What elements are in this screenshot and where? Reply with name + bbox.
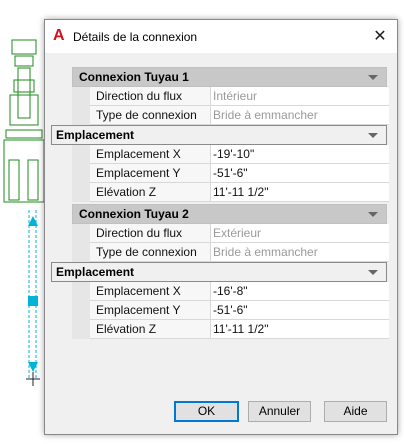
- property-value-field[interactable]: -19'-10": [211, 145, 389, 164]
- ok-button[interactable]: OK: [174, 401, 239, 422]
- autocad-a-icon: A: [53, 27, 65, 44]
- property-name: Type de connexion: [90, 243, 211, 262]
- property-row[interactable]: Emplacement Y -51'-6": [72, 301, 389, 320]
- property-name: Emplacement Y: [90, 301, 211, 320]
- property-row[interactable]: Elévation Z 11'-11 1/2": [72, 320, 389, 339]
- property-name: Direction du flux: [90, 87, 211, 106]
- category-emplacement[interactable]: Emplacement: [51, 262, 387, 282]
- property-value: Bride à emmancher: [211, 243, 389, 262]
- title-bar[interactable]: A Détails de la connexion ✕: [45, 20, 397, 53]
- category-connexion-tuyau-1[interactable]: Connexion Tuyau 1: [72, 67, 387, 87]
- help-button[interactable]: Aide: [324, 401, 387, 422]
- property-value-field[interactable]: 11'-11 1/2": [211, 183, 389, 202]
- chevron-down-icon[interactable]: [368, 133, 378, 138]
- chevron-down-icon[interactable]: [368, 212, 378, 217]
- property-name: Direction du flux: [90, 224, 211, 243]
- cad-grip: [28, 296, 38, 306]
- property-value-field[interactable]: -51'-6": [211, 301, 389, 320]
- property-row: Direction du flux Intérieur: [72, 87, 389, 106]
- property-value: Extérieur: [211, 224, 389, 243]
- category-label: Emplacement: [56, 265, 135, 279]
- category-label: Connexion Tuyau 1: [79, 70, 189, 84]
- property-row: Direction du flux Extérieur: [72, 224, 389, 243]
- dialog-title: Détails de la connexion: [73, 30, 198, 44]
- property-row: Type de connexion Bride à emmancher: [72, 106, 389, 125]
- property-name: Elévation Z: [90, 320, 211, 339]
- property-name: Emplacement X: [90, 282, 211, 301]
- category-connexion-tuyau-2[interactable]: Connexion Tuyau 2: [72, 204, 387, 224]
- property-row[interactable]: Emplacement X -19'-10": [72, 145, 389, 164]
- category-emplacement[interactable]: Emplacement: [51, 125, 387, 145]
- property-grid: Connexion Tuyau 1 Direction du flux Inté…: [51, 67, 389, 363]
- connection-details-dialog: A Détails de la connexion ✕ Connexion Tu…: [44, 19, 398, 435]
- property-row[interactable]: Emplacement X -16'-8": [72, 282, 389, 301]
- property-name: Emplacement Y: [90, 164, 211, 183]
- property-name: Elévation Z: [90, 183, 211, 202]
- cancel-button[interactable]: Annuler: [248, 401, 311, 422]
- category-label: Emplacement: [56, 128, 135, 142]
- property-name: Emplacement X: [90, 145, 211, 164]
- property-row[interactable]: Elévation Z 11'-11 1/2": [72, 183, 389, 202]
- property-value: Intérieur: [211, 87, 389, 106]
- chevron-down-icon[interactable]: [368, 270, 378, 275]
- property-name: Type de connexion: [90, 106, 211, 125]
- close-button[interactable]: ✕: [363, 20, 397, 53]
- property-value: Bride à emmancher: [211, 106, 389, 125]
- chevron-down-icon[interactable]: [368, 75, 378, 80]
- category-label: Connexion Tuyau 2: [79, 207, 189, 221]
- property-row: Type de connexion Bride à emmancher: [72, 243, 389, 262]
- cad-drawing-background: [3, 39, 45, 386]
- property-value-field[interactable]: -51'-6": [211, 164, 389, 183]
- property-value-field[interactable]: 11'-11 1/2": [211, 320, 389, 339]
- property-row[interactable]: Emplacement Y -51'-6": [72, 164, 389, 183]
- property-value-field[interactable]: -16'-8": [211, 282, 389, 301]
